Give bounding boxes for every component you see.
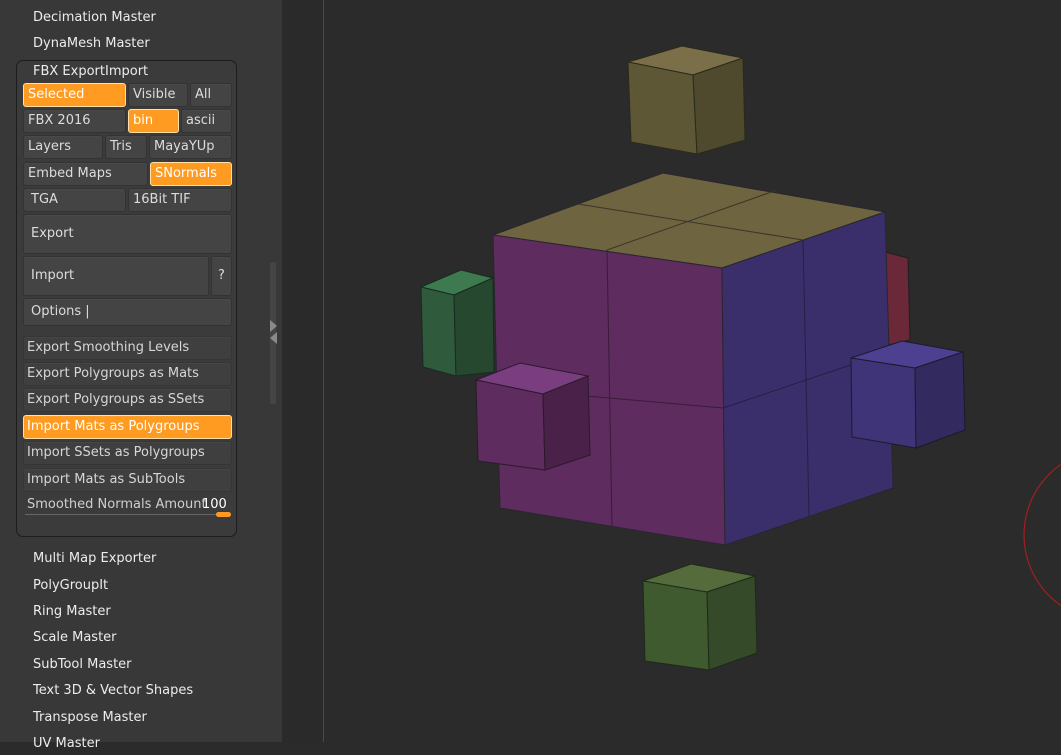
plugin-subtool-master[interactable]: SubTool Master — [33, 654, 132, 676]
plugin-uv-master[interactable]: UV Master — [33, 733, 100, 755]
import-mats-as-polygroups-toggle[interactable]: Import Mats as Polygroups — [23, 415, 232, 439]
fbx-version-selector[interactable]: FBX 2016 — [23, 109, 126, 133]
plugin-transpose-master[interactable]: Transpose Master — [33, 707, 147, 729]
viewport-gutter — [282, 0, 324, 742]
export-smoothing-levels-toggle[interactable]: Export Smoothing Levels — [23, 336, 232, 360]
tris-button[interactable]: Tris — [105, 135, 147, 159]
smoothed-normals-slider[interactable] — [25, 514, 231, 515]
plugin-multi-map-exporter[interactable]: Multi Map Exporter — [33, 548, 156, 570]
layers-button[interactable]: Layers — [23, 135, 103, 159]
16bit-tif-button[interactable]: 16Bit TIF — [128, 188, 232, 212]
all-button[interactable]: All — [190, 83, 232, 107]
main-block[interactable] — [492, 172, 894, 546]
collapse-panel-icon[interactable] — [268, 318, 278, 346]
olive-bottom-cube[interactable] — [641, 563, 758, 671]
import-help-button[interactable]: ? — [211, 256, 232, 296]
fbx-exportimport-panel: FBX ExportImport Selected Visible All FB… — [16, 60, 237, 537]
export-polygroups-as-ssets-toggle[interactable]: Export Polygroups as SSets — [23, 388, 232, 412]
embed-maps-button[interactable]: Embed Maps — [23, 162, 148, 186]
snormals-button[interactable]: SNormals — [150, 162, 232, 186]
smoothed-normals-label: Smoothed Normals Amount — [27, 497, 207, 512]
visible-button[interactable]: Visible — [128, 83, 188, 107]
options-toggle[interactable]: Options | — [23, 298, 232, 326]
export-polygroups-as-mats-toggle[interactable]: Export Polygroups as Mats — [23, 362, 232, 386]
tga-button[interactable]: TGA — [23, 188, 126, 212]
import-mats-as-subtools-toggle[interactable]: Import Mats as SubTools — [23, 468, 232, 492]
plugin-decimation-master[interactable]: Decimation Master — [33, 7, 156, 29]
plugin-ring-master[interactable]: Ring Master — [33, 601, 111, 623]
plugin-dynamesh-master[interactable]: DynaMesh Master — [33, 33, 150, 55]
bin-button[interactable]: bin — [128, 109, 179, 133]
plugin-text-3d-vector-shapes[interactable]: Text 3D & Vector Shapes — [33, 680, 193, 702]
mayayup-button[interactable]: MayaYUp — [149, 135, 232, 159]
import-ssets-as-polygroups-toggle[interactable]: Import SSets as Polygroups — [23, 441, 232, 465]
ascii-button[interactable]: ascii — [181, 109, 232, 133]
3d-viewport[interactable] — [324, 0, 1061, 742]
plugin-sidebar: Decimation Master DynaMesh Master FBX Ex… — [0, 0, 282, 751]
fbx-panel-title[interactable]: FBX ExportImport — [33, 62, 148, 82]
import-button[interactable]: Import — [23, 256, 209, 296]
indigo-right-cube[interactable] — [850, 340, 966, 449]
plugin-polygroupit[interactable]: PolyGroupIt — [33, 575, 108, 597]
selected-button[interactable]: Selected — [23, 83, 126, 107]
green-left-cube[interactable] — [419, 269, 495, 377]
smoothed-normals-slider-handle[interactable] — [216, 512, 231, 517]
plugin-scale-master[interactable]: Scale Master — [33, 627, 117, 649]
gizmo-ring[interactable] — [1023, 449, 1061, 621]
olive-top-cube[interactable] — [627, 45, 746, 155]
export-button[interactable]: Export — [23, 214, 232, 254]
viewport-canvas — [419, 45, 1061, 671]
purple-front-cube[interactable] — [474, 362, 591, 471]
